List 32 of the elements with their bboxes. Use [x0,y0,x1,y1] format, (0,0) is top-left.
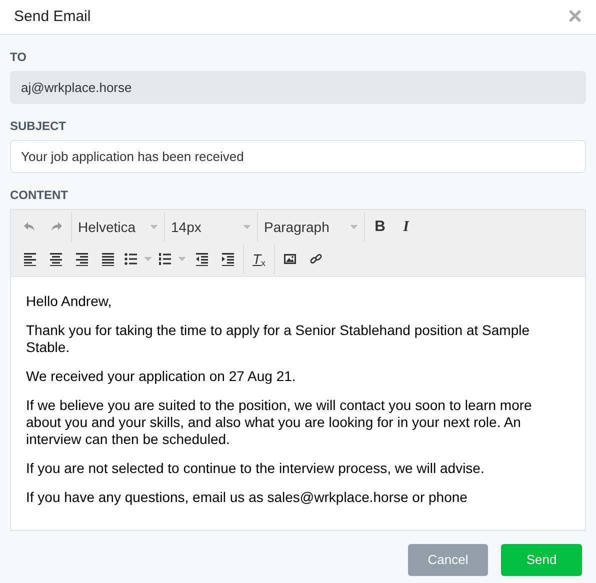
clear-format-button[interactable]: T$_{x}$ [246,246,272,272]
caret-icon [178,257,186,261]
numbered-list-icon [158,252,172,266]
paragraph: We received your application on 27 Aug 21. [26,368,297,385]
caret-icon [243,225,251,229]
outdent-icon [195,252,209,266]
input-field[interactable]: Your job application has been received [10,140,586,173]
dialog-title: Send Email [14,6,91,27]
image-icon [283,252,297,266]
dropdown[interactable]: 14px [167,213,255,241]
dropdown[interactable]: Helvetica [74,213,162,241]
italic-button[interactable]: I [393,214,419,240]
paragraph: If you have any questions, email us as sales@wrkplace.horse or phone [26,489,468,506]
paragraph: Thank you for taking the time to apply for a Senior Stablehand position at Sample Stable. [26,322,531,356]
field-label: TO [10,49,28,66]
caret-icon [144,257,152,261]
paragraph: If you are not selected to continue to the interview process, we will advise. [26,460,486,477]
bold-button[interactable]: B [367,214,393,240]
dropdown[interactable]: Paragraph [260,213,362,241]
bulleted-list-icon [124,252,138,266]
align-center-icon [49,252,63,266]
paragraph: If we believe you are suited to the position, we will contact you soon to learn more about you and your skills, and also what you are looking for in your next role. An interview can then be scheduled. [26,397,533,448]
align-right-icon [75,252,89,266]
indent-icon [221,252,235,266]
caret-icon [350,225,358,229]
link-icon [309,252,323,266]
field-label: CONTENT [10,187,69,204]
caret-icon [150,225,158,229]
field-label: SUBJECT [10,118,68,135]
paragraph: Hello Andrew, [26,293,113,310]
align-left-icon [23,252,37,266]
justify-icon [101,252,115,266]
